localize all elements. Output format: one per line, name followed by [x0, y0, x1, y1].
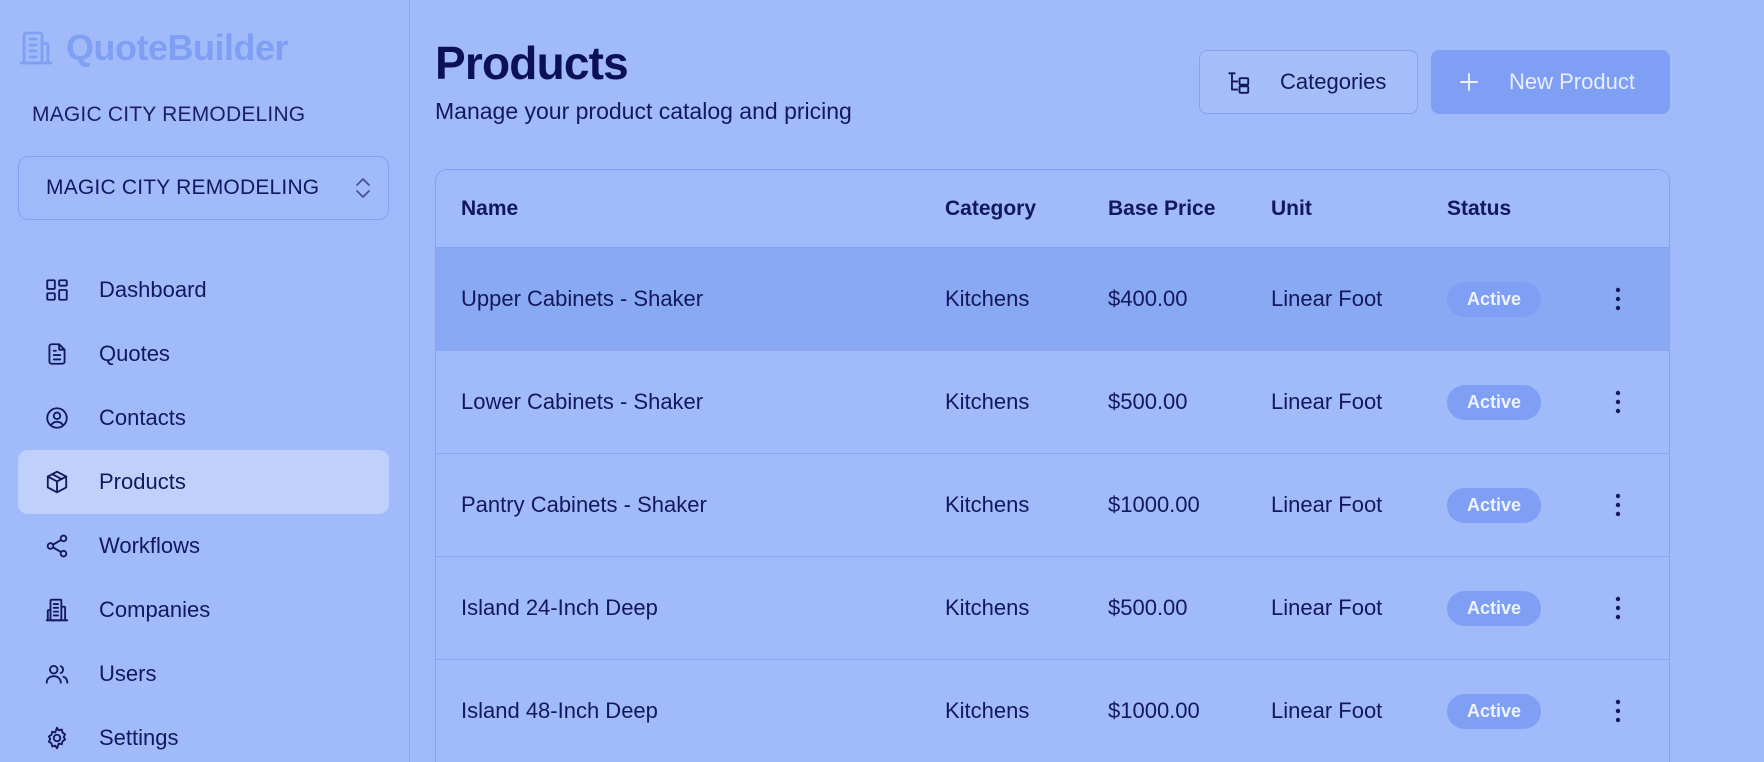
row-actions-button[interactable] [1606, 696, 1630, 726]
product-category: Kitchens [945, 595, 1030, 620]
product-name: Island 48-Inch Deep [461, 698, 658, 723]
categories-button-label: Categories [1280, 69, 1387, 94]
share-icon [46, 534, 68, 558]
sidebar-item-products[interactable]: Products [18, 450, 389, 514]
page-title: Products [435, 37, 629, 89]
product-unit: Linear Foot [1271, 698, 1383, 723]
sidebar-nav: Dashboard Quotes Contacts Products Workf… [18, 258, 389, 762]
sidebar-item-users[interactable]: Users [18, 642, 389, 706]
row-actions-button[interactable] [1606, 593, 1630, 623]
sidebar-item-quotes[interactable]: Quotes [18, 322, 389, 386]
app-root: QuoteBuilder MAGIC CITY REMODELING MAGIC… [0, 0, 1764, 762]
table-row[interactable]: Island 24-Inch Deep Kitchens $500.00 Lin… [436, 557, 1669, 660]
box-icon [46, 470, 68, 494]
organization-select[interactable]: MAGIC CITY REMODELING [18, 156, 389, 220]
brand-name: QuoteBuilder [66, 27, 289, 68]
plus-icon [1460, 73, 1478, 91]
more-vertical-icon [1615, 493, 1621, 517]
product-price: $1000.00 [1108, 492, 1200, 517]
sidebar-item-label: Contacts [99, 405, 186, 430]
category-tree-icon [1228, 72, 1250, 94]
more-vertical-icon [1615, 287, 1621, 311]
sidebar-item-label: Dashboard [99, 277, 207, 302]
sidebar-item-label: Products [99, 469, 186, 494]
products-table: Name Category Base Price Unit Status Upp… [435, 169, 1670, 762]
sidebar-item-label: Quotes [99, 341, 170, 366]
gear-icon [47, 726, 67, 750]
user-circle-icon [46, 407, 68, 429]
new-product-button[interactable]: New Product [1431, 50, 1670, 114]
new-product-button-label: New Product [1509, 69, 1635, 94]
more-vertical-icon [1615, 596, 1621, 620]
sidebar-item-label: Companies [99, 597, 211, 622]
table-row[interactable]: Upper Cabinets - Shaker Kitchens $400.00… [436, 248, 1669, 351]
status-badge: Active [1447, 385, 1541, 420]
dashboard-icon [46, 279, 68, 301]
table-row[interactable]: Island 48-Inch Deep Kitchens $1000.00 Li… [436, 660, 1669, 762]
column-header-base-price[interactable]: Base Price [1108, 197, 1215, 221]
building-icon [45, 598, 69, 622]
sidebar-item-contacts[interactable]: Contacts [18, 386, 389, 450]
row-actions-button[interactable] [1606, 490, 1630, 520]
chevron-up-down-icon [356, 178, 370, 198]
column-header-category[interactable]: Category [945, 197, 1036, 221]
building-logo-icon [19, 31, 53, 65]
sidebar-item-workflows[interactable]: Workflows [18, 514, 389, 578]
categories-button[interactable]: Categories [1199, 50, 1418, 114]
product-price: $1000.00 [1108, 698, 1200, 723]
table-row[interactable]: Lower Cabinets - Shaker Kitchens $500.00… [436, 351, 1669, 454]
page-subtitle: Manage your product catalog and pricing [435, 98, 852, 124]
product-name: Lower Cabinets - Shaker [461, 389, 704, 414]
table-row[interactable]: Pantry Cabinets - Shaker Kitchens $1000.… [436, 454, 1669, 557]
row-actions-button[interactable] [1606, 387, 1630, 417]
product-category: Kitchens [945, 286, 1030, 311]
product-unit: Linear Foot [1271, 286, 1383, 311]
status-badge: Active [1447, 591, 1541, 626]
sidebar-item-settings[interactable]: Settings [18, 706, 389, 762]
sidebar-item-label: Workflows [99, 533, 201, 558]
product-name: Island 24-Inch Deep [461, 595, 658, 620]
users-icon [45, 664, 69, 684]
status-badge: Active [1447, 694, 1541, 729]
status-badge: Active [1447, 488, 1541, 523]
sidebar-item-label: Settings [99, 725, 179, 750]
organization-name: MAGIC CITY REMODELING [32, 103, 306, 126]
more-vertical-icon [1615, 390, 1621, 414]
sidebar-item-label: Users [99, 661, 157, 686]
organization-select-value: MAGIC CITY REMODELING [46, 176, 320, 199]
product-price: $500.00 [1108, 389, 1188, 414]
more-vertical-icon [1615, 699, 1621, 723]
sidebar: QuoteBuilder MAGIC CITY REMODELING MAGIC… [0, 0, 410, 762]
status-badge: Active [1447, 282, 1541, 317]
table-header: Name Category Base Price Unit Status [436, 170, 1669, 248]
sidebar-item-companies[interactable]: Companies [18, 578, 389, 642]
column-header-status[interactable]: Status [1447, 197, 1511, 221]
product-unit: Linear Foot [1271, 389, 1383, 414]
sidebar-item-dashboard[interactable]: Dashboard [18, 258, 389, 322]
product-price: $400.00 [1108, 286, 1188, 311]
main-content: Products Manage your product catalog and… [410, 0, 1764, 762]
column-header-name[interactable]: Name [461, 197, 518, 221]
product-name: Pantry Cabinets - Shaker [461, 492, 707, 517]
document-icon [48, 343, 66, 365]
product-unit: Linear Foot [1271, 492, 1383, 517]
product-name: Upper Cabinets - Shaker [461, 286, 704, 311]
row-actions-button[interactable] [1606, 284, 1630, 314]
product-unit: Linear Foot [1271, 595, 1383, 620]
product-price: $500.00 [1108, 595, 1188, 620]
product-category: Kitchens [945, 492, 1030, 517]
brand-logo[interactable]: QuoteBuilder [18, 27, 289, 68]
product-category: Kitchens [945, 389, 1030, 414]
product-category: Kitchens [945, 698, 1030, 723]
column-header-unit[interactable]: Unit [1271, 197, 1312, 221]
